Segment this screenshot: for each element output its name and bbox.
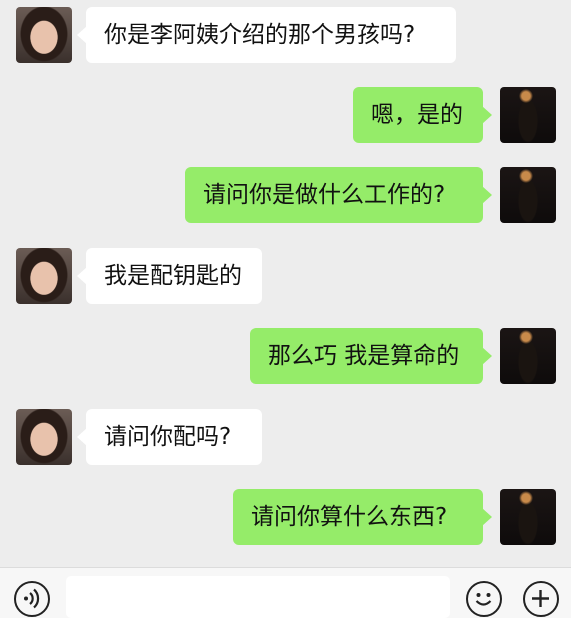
contact-avatar[interactable] bbox=[16, 7, 72, 63]
emoji-icon-glyph bbox=[475, 593, 492, 606]
chat-area: 你是李阿姨介绍的那个男孩吗? 嗯，是的 请问你是做什么工作的? 我是配钥匙的 那… bbox=[0, 0, 571, 567]
sent-message-bubble[interactable]: 嗯，是的 bbox=[353, 87, 492, 143]
plus-icon[interactable] bbox=[523, 581, 559, 617]
message-input[interactable] bbox=[66, 576, 450, 618]
received-message-bubble[interactable]: 你是李阿姨介绍的那个男孩吗? bbox=[77, 7, 456, 63]
sent-message-bubble[interactable]: 请问你是做什么工作的? bbox=[185, 167, 492, 223]
chat-input-bar bbox=[0, 567, 571, 618]
contact-avatar[interactable] bbox=[16, 409, 72, 465]
self-avatar[interactable] bbox=[500, 167, 556, 223]
emoji-icon[interactable] bbox=[466, 581, 502, 617]
sent-message-bubble[interactable]: 那么巧 我是算命的 bbox=[250, 328, 492, 384]
sent-message-bubble[interactable]: 请问你算什么东西? bbox=[233, 489, 492, 545]
plus-icon-glyph bbox=[532, 590, 549, 607]
self-avatar[interactable] bbox=[500, 328, 556, 384]
voice-icon-glyph bbox=[24, 588, 40, 609]
self-avatar[interactable] bbox=[500, 87, 556, 143]
voice-icon[interactable] bbox=[14, 581, 50, 617]
received-message-bubble[interactable]: 我是配钥匙的 bbox=[77, 248, 262, 304]
received-message-bubble[interactable]: 请问你配吗? bbox=[77, 409, 262, 465]
contact-avatar[interactable] bbox=[16, 248, 72, 304]
self-avatar[interactable] bbox=[500, 489, 556, 545]
